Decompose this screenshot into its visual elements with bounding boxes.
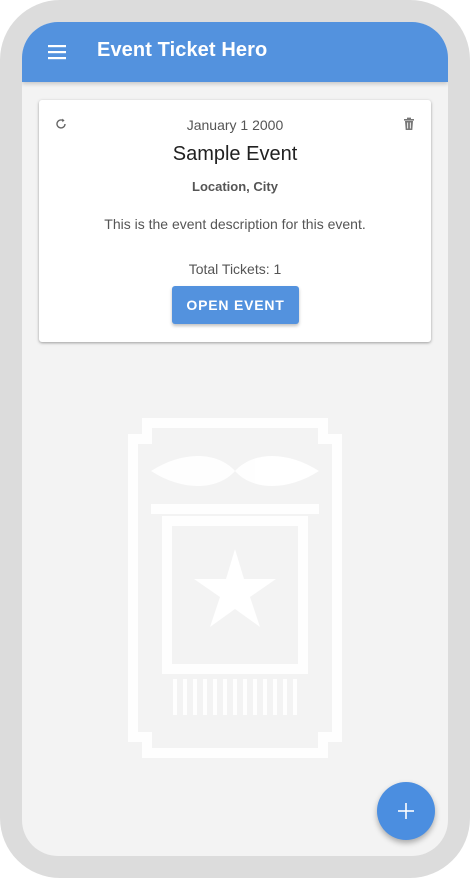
event-location: Location, City <box>192 179 278 194</box>
menu-button[interactable] <box>47 42 67 62</box>
add-event-button[interactable] <box>377 782 435 840</box>
delete-button[interactable] <box>401 116 417 132</box>
device-frame: Event Ticket Hero January 1 2000 Sample … <box>0 0 470 878</box>
event-card: January 1 2000 Sample Event Location, Ci… <box>39 100 431 342</box>
event-name: Sample Event <box>172 143 298 165</box>
menu-icon <box>48 45 66 60</box>
plus-icon <box>398 803 414 819</box>
trash-icon <box>404 117 414 130</box>
event-description: This is the event description for this e… <box>104 216 366 232</box>
ticket-watermark-icon <box>128 418 342 758</box>
app-bar: Event Ticket Hero <box>22 22 448 82</box>
event-date: January 1 2000 <box>186 117 284 133</box>
ticket-count: Total Tickets: 1 <box>188 261 282 277</box>
open-event-button[interactable]: OPEN EVENT <box>172 286 299 324</box>
app-screen: Event Ticket Hero January 1 2000 Sample … <box>22 22 448 856</box>
app-title: Event Ticket Hero <box>97 39 268 61</box>
